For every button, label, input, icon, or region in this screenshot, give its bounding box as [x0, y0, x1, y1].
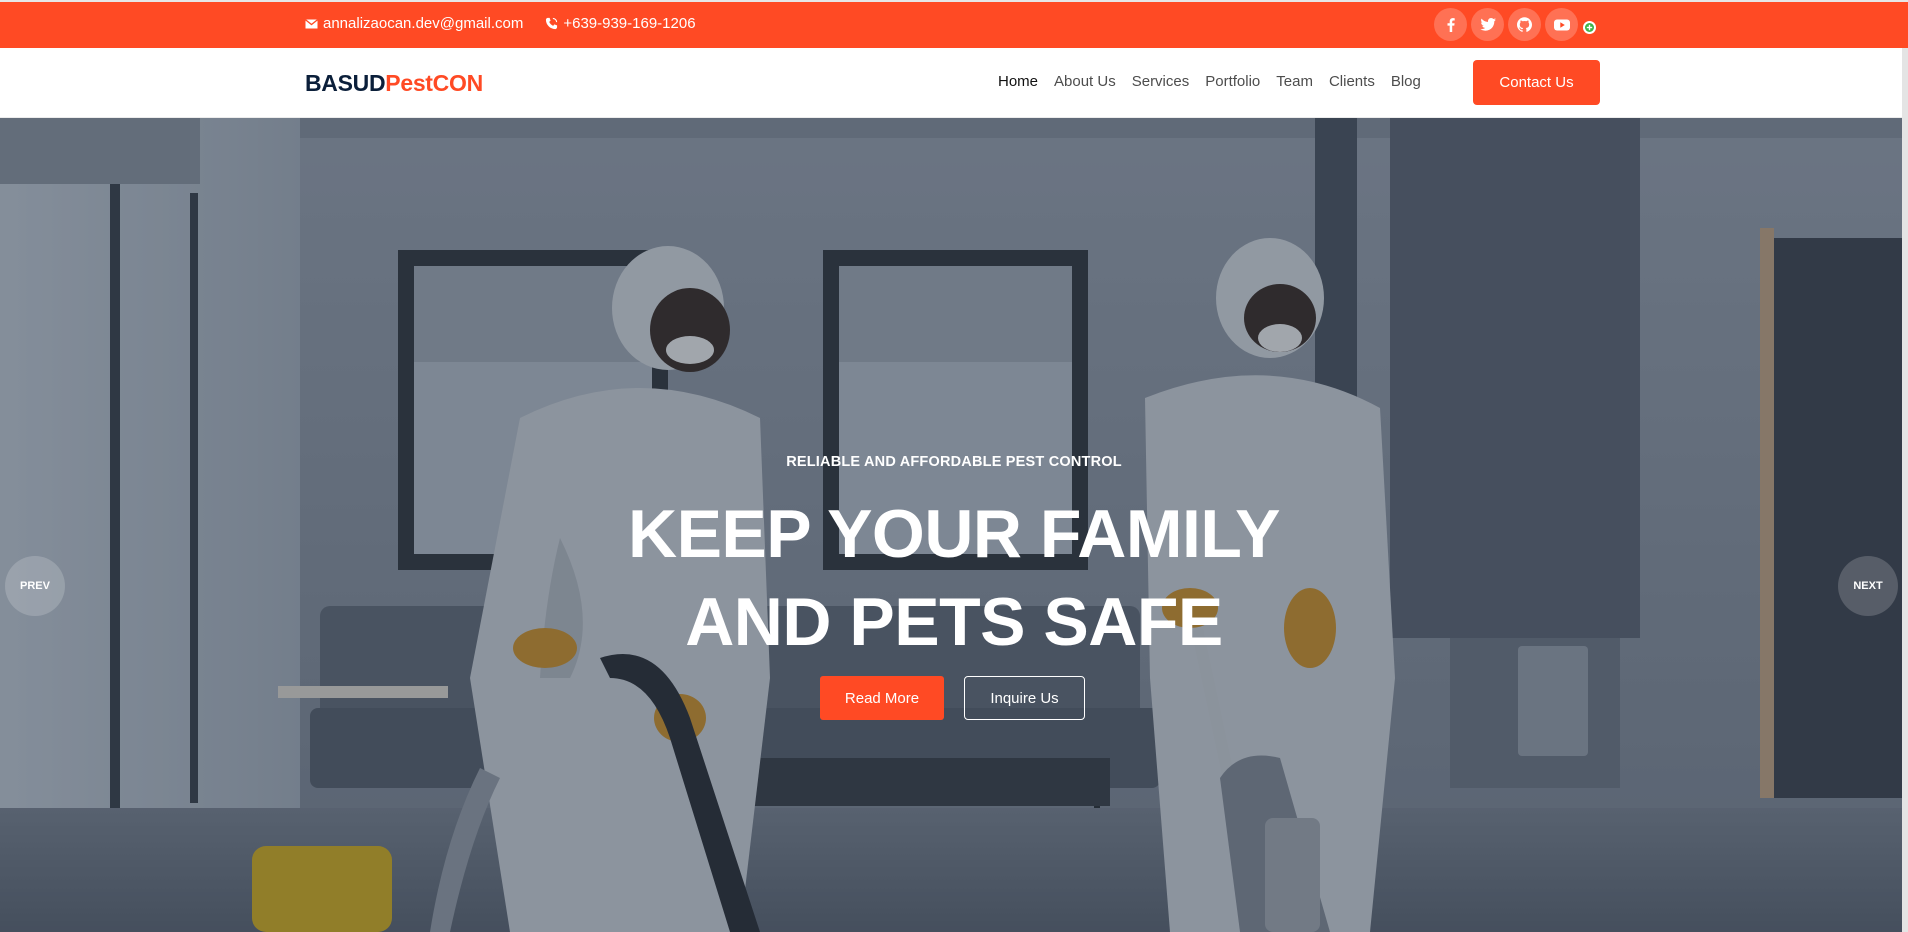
hero-headline-line-1: KEEP YOUR FAMILY [627, 496, 1281, 572]
hero-content: RELIABLE AND AFFORDABLE PEST CONTROL KEE… [0, 118, 1908, 932]
top-bar: annalizaocan.dev@gmail.com +639-939-169-… [0, 0, 1908, 48]
facebook-link[interactable] [1434, 8, 1467, 41]
phone-text: +639-939-169-1206 [563, 15, 696, 32]
logo-part-pestcon: PestCON [385, 70, 483, 96]
email-text: annalizaocan.dev@gmail.com [323, 15, 524, 32]
mail-icon [305, 18, 318, 28]
nav-portfolio[interactable]: Portfolio [1205, 73, 1260, 90]
nav-clients[interactable]: Clients [1329, 73, 1375, 90]
plus-icon [1585, 23, 1594, 32]
nav-home[interactable]: Home [998, 73, 1038, 90]
twitter-icon [1479, 18, 1496, 31]
prev-slide-button[interactable]: PREV [5, 556, 65, 616]
facebook-icon [1447, 17, 1455, 32]
site-logo[interactable]: BASUDPestCON [305, 70, 483, 97]
nav-about-us[interactable]: About Us [1054, 73, 1116, 90]
nav-services[interactable]: Services [1132, 73, 1190, 90]
hero-eyebrow: RELIABLE AND AFFORDABLE PEST CONTROL [786, 454, 1122, 470]
contact-info: annalizaocan.dev@gmail.com +639-939-169-… [305, 15, 718, 32]
nav-team[interactable]: Team [1276, 73, 1313, 90]
page-scrollbar[interactable] [1902, 48, 1908, 932]
extension-icon[interactable] [1583, 21, 1596, 34]
hero-buttons: Read More Inquire Us [820, 676, 1085, 720]
phone-icon [546, 17, 558, 30]
hero-headline-line-2: AND PETS SAFE [685, 584, 1223, 660]
social-links [1434, 8, 1596, 41]
phone-contact[interactable]: +639-939-169-1206 [545, 15, 696, 32]
hero-headline: KEEP YOUR FAMILY AND PETS SAFE [0, 490, 1908, 666]
email-contact[interactable]: annalizaocan.dev@gmail.com [305, 15, 523, 32]
hero-slider: RELIABLE AND AFFORDABLE PEST CONTROL KEE… [0, 118, 1908, 932]
read-more-button[interactable]: Read More [820, 676, 944, 720]
page: annalizaocan.dev@gmail.com +639-939-169-… [0, 0, 1908, 932]
nav-blog[interactable]: Blog [1391, 73, 1421, 90]
main-nav: Home About Us Services Portfolio Team Cl… [998, 73, 1437, 90]
youtube-icon [1553, 19, 1570, 30]
site-header: BASUDPestCON Home About Us Services Port… [0, 48, 1908, 118]
logo-part-basud: BASUD [305, 70, 386, 96]
twitter-link[interactable] [1471, 8, 1504, 41]
contact-us-button[interactable]: Contact Us [1473, 60, 1600, 105]
youtube-link[interactable] [1545, 8, 1578, 41]
inquire-us-button[interactable]: Inquire Us [964, 676, 1085, 720]
github-icon [1517, 17, 1532, 32]
github-link[interactable] [1508, 8, 1541, 41]
next-slide-button[interactable]: NEXT [1838, 556, 1898, 616]
